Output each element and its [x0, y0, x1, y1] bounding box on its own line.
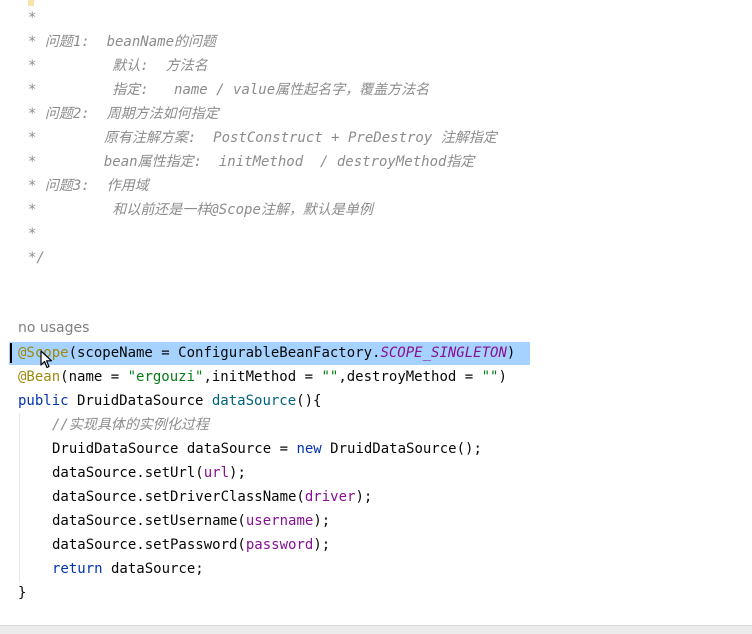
method-name-token[interactable]: dataSource [212, 393, 296, 409]
code-line-bean[interactable]: @Bean(name = "ergouzi",initMethod = "",d… [18, 365, 507, 389]
keyword-token: new [296, 441, 322, 457]
code-line-return[interactable]: return dataSource; [52, 557, 204, 581]
comment-text: * [28, 130, 104, 146]
code-token: ); [229, 465, 246, 481]
comment-text: 原有注解方案: PostConstruct + PreDestroy 注解指定 [103, 130, 497, 146]
comment-text: * [28, 154, 104, 170]
code-line-scope[interactable]: @Scope(scopeName = ConfigurableBeanFacto… [18, 341, 515, 365]
comment-text: */ [28, 250, 45, 266]
comment-line: */ [28, 246, 45, 270]
comment-text: 作用域 [106, 178, 149, 194]
code-token: DruidDataSource(); [321, 441, 482, 457]
comment-text: * [28, 82, 113, 98]
code-token: dataSource.setUrl( [52, 465, 204, 481]
code-token: ) [506, 345, 516, 361]
code-line[interactable]: dataSource.setPassword(password); [52, 533, 330, 557]
code-token: dataSource.setPassword( [52, 537, 246, 553]
comment-line: * 和以前还是一样@Scope注解，默认是单例 [28, 198, 373, 222]
field-token[interactable]: driver [305, 489, 356, 505]
comment-text: bean属性指定: initMethod / destroyMethod指定 [103, 154, 475, 170]
string-token: "" [481, 369, 499, 385]
comment-line: * bean属性指定: initMethod / destroyMethod指定 [28, 150, 474, 174]
code-token: (name = [60, 369, 128, 385]
code-token: (scopeName = ConfigurableBeanFactory. [68, 345, 381, 361]
code-line-method-signature[interactable]: public DruidDataSource dataSource(){ [18, 389, 321, 413]
code-token: ,initMethod = [203, 369, 322, 385]
code-token: (){ [296, 393, 322, 409]
keyword-token: return [52, 561, 103, 577]
comment-text: * [28, 58, 113, 74]
field-token[interactable]: username [246, 513, 313, 529]
comment-text: 周期方法如何指定 [106, 106, 219, 122]
code-token: ) [498, 369, 507, 385]
field-token[interactable]: url [204, 465, 229, 481]
editor-bottom-bar [0, 625, 752, 634]
comment-text: 指定: name / value属性起名字，覆盖方法名 [112, 82, 430, 98]
comment-text: * 问题3: [28, 178, 107, 194]
comment-text: * [28, 10, 37, 26]
comment-text: 和以前还是一样@Scope注解，默认是单例 [112, 202, 373, 218]
code-token: ); [355, 489, 373, 505]
indent-guide [19, 414, 20, 582]
code-line[interactable]: DruidDataSource dataSource = new DruidDa… [52, 437, 482, 461]
comment-line: * [28, 222, 36, 246]
code-token: DruidDataSource dataSource = [52, 441, 297, 457]
comment-line: * 问题3: 作用域 [28, 174, 149, 198]
string-token: "" [321, 369, 339, 385]
field-token[interactable]: password [246, 537, 313, 553]
code-token: ); [313, 537, 331, 553]
comment-line: * 问题1: beanName的问题 [28, 30, 216, 54]
code-token: ,destroyMethod = [338, 369, 482, 385]
code-token: DruidDataSource [68, 393, 212, 409]
comment-text: beanName的问题 [106, 34, 217, 50]
comment-text: * [28, 226, 37, 242]
code-line[interactable]: dataSource.setUsername(username); [52, 509, 330, 533]
annotation-token[interactable]: @Bean [18, 369, 60, 385]
comment-line: * 默认: 方法名 [28, 54, 208, 78]
comment-text: * 问题2: [28, 106, 107, 122]
constant-token[interactable]: SCOPE_SINGLETON [380, 345, 506, 361]
text-caret [10, 343, 12, 363]
code-line[interactable]: dataSource.setUrl(url); [52, 461, 246, 485]
comment-line: * [28, 6, 36, 30]
mouse-pointer-icon [40, 350, 53, 369]
comment-text: 默认: 方法名 [112, 58, 208, 74]
comment-line: * 指定: name / value属性起名字，覆盖方法名 [28, 78, 429, 102]
keyword-token: public [18, 393, 69, 409]
code-token: dataSource.setDriverClassName( [52, 489, 305, 505]
code-token: ); [313, 513, 331, 529]
comment-text: * 问题1: [28, 34, 107, 50]
comment-line: * 问题2: 周期方法如何指定 [28, 102, 219, 126]
code-token: dataSource.setUsername( [52, 513, 246, 529]
string-token: "ergouzi" [127, 369, 204, 385]
comment-text: * [28, 202, 113, 218]
code-token: dataSource; [102, 561, 204, 577]
code-line[interactable]: dataSource.setDriverClassName(driver); [52, 485, 372, 509]
code-line-close-brace: } [18, 585, 27, 601]
code-line-comment: //实现具体的实例化过程 [52, 417, 209, 433]
usage-hint[interactable]: no usages [18, 316, 89, 340]
comment-line: * 原有注解方案: PostConstruct + PreDestroy 注解指… [28, 126, 497, 150]
